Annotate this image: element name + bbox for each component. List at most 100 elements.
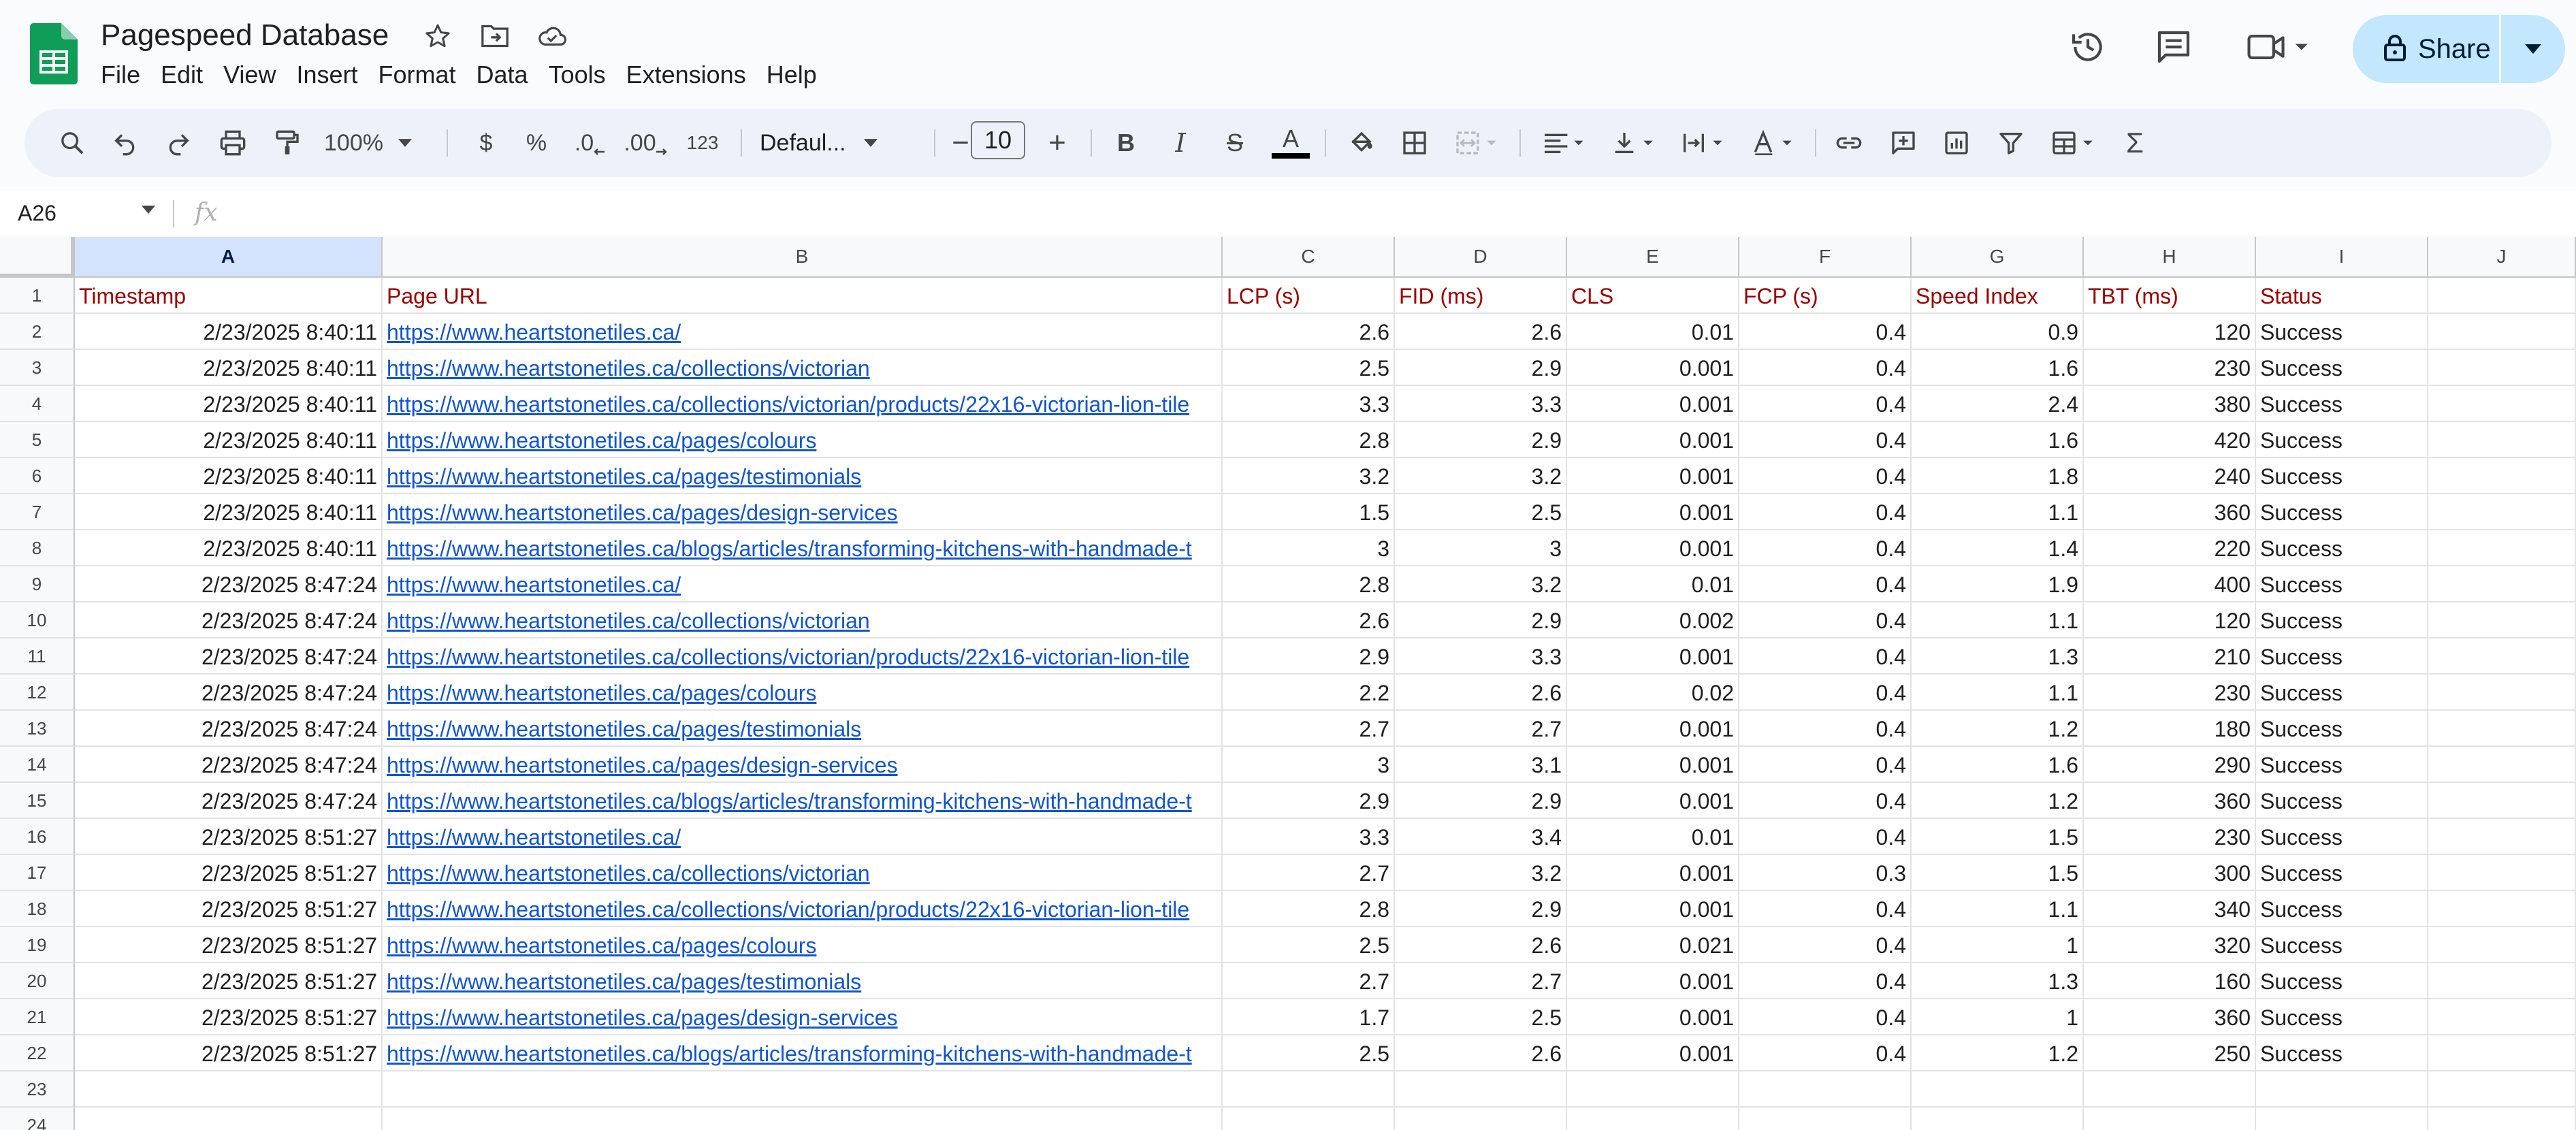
header-cell[interactable]: Speed Index [1912, 278, 2084, 314]
fill-color-icon[interactable] [1341, 109, 1382, 177]
column-header-d[interactable]: D [1395, 237, 1567, 278]
insert-chart-icon[interactable] [1936, 109, 1977, 177]
table-cell[interactable]: 0.4 [1739, 963, 1912, 999]
table-cell[interactable]: 2.8 [1223, 422, 1395, 458]
table-cell[interactable]: 2.9 [1395, 350, 1567, 386]
empty-cell[interactable] [383, 1071, 1223, 1108]
table-cell[interactable]: Success [2256, 855, 2428, 891]
url-link[interactable]: https://www.heartstonetiles.ca/collectio… [383, 891, 1223, 927]
table-cell[interactable]: 300 [2084, 855, 2256, 891]
table-cell[interactable]: 2.5 [1395, 494, 1567, 530]
cloud-saved-icon[interactable] [535, 19, 569, 53]
table-cell[interactable]: 0.01 [1567, 819, 1739, 855]
table-cell[interactable]: 220 [2084, 530, 2256, 566]
format-percent-button[interactable]: % [517, 109, 556, 177]
url-link[interactable]: https://www.heartstonetiles.ca/pages/des… [383, 747, 1223, 783]
table-cell[interactable]: 340 [2084, 891, 2256, 927]
table-cell[interactable]: 1.7 [1223, 999, 1395, 1035]
table-cell[interactable]: 290 [2084, 747, 2256, 783]
table-icon[interactable] [2044, 109, 2105, 177]
table-cell[interactable]: 2.2 [1223, 675, 1395, 711]
name-box-chevron-down-icon[interactable] [142, 206, 155, 214]
table-cell[interactable]: 3.2 [1223, 458, 1395, 494]
table-cell[interactable]: Success [2256, 602, 2428, 639]
row-header-9[interactable]: 9 [0, 566, 75, 602]
url-link[interactable]: https://www.heartstonetiles.ca/collectio… [383, 602, 1223, 639]
merge-cells-icon[interactable] [1447, 109, 1509, 177]
table-cell[interactable]: 1.1 [1912, 675, 2084, 711]
table-cell[interactable]: 2.9 [1395, 783, 1567, 819]
empty-cell[interactable] [1223, 1071, 1395, 1108]
share-button[interactable]: Share [2353, 15, 2565, 83]
row-header-11[interactable]: 11 [0, 639, 75, 675]
table-cell[interactable]: 240 [2084, 458, 2256, 494]
url-link[interactable]: https://www.heartstonetiles.ca/pages/tes… [383, 963, 1223, 999]
row-header-13[interactable]: 13 [0, 711, 75, 747]
comments-icon[interactable] [2151, 25, 2196, 69]
empty-cell[interactable] [2428, 927, 2576, 963]
column-header-e[interactable]: E [1567, 237, 1739, 278]
url-link[interactable]: https://www.heartstonetiles.ca/pages/tes… [383, 458, 1223, 494]
table-cell[interactable]: 360 [2084, 783, 2256, 819]
table-cell[interactable]: 1 [1912, 927, 2084, 963]
header-cell[interactable]: CLS [1567, 278, 1739, 314]
row-header-7[interactable]: 7 [0, 494, 75, 530]
table-cell[interactable]: 2/23/2025 8:51:27 [75, 855, 383, 891]
table-cell[interactable]: 1.5 [1223, 494, 1395, 530]
empty-cell[interactable] [2428, 494, 2576, 530]
table-cell[interactable]: 380 [2084, 386, 2256, 422]
table-cell[interactable]: 0.001 [1567, 494, 1739, 530]
url-link[interactable]: https://www.heartstonetiles.ca/collectio… [383, 639, 1223, 675]
table-cell[interactable]: 0.001 [1567, 855, 1739, 891]
table-cell[interactable]: 0.4 [1739, 350, 1912, 386]
table-cell[interactable]: 2/23/2025 8:51:27 [75, 819, 383, 855]
table-cell[interactable]: Success [2256, 566, 2428, 602]
empty-cell[interactable] [2428, 386, 2576, 422]
table-cell[interactable]: 1.6 [1912, 350, 2084, 386]
table-cell[interactable]: 0.4 [1739, 747, 1912, 783]
table-cell[interactable]: 1.4 [1912, 530, 2084, 566]
url-link[interactable]: https://www.heartstonetiles.ca/pages/des… [383, 999, 1223, 1035]
table-cell[interactable]: 3 [1223, 530, 1395, 566]
table-cell[interactable]: 2/23/2025 8:47:24 [75, 602, 383, 639]
url-link[interactable]: https://www.heartstonetiles.ca/ [383, 314, 1223, 350]
table-cell[interactable]: 2.6 [1395, 314, 1567, 350]
row-header-12[interactable]: 12 [0, 675, 75, 711]
table-cell[interactable]: 3.3 [1223, 386, 1395, 422]
table-cell[interactable]: 0.021 [1567, 927, 1739, 963]
empty-cell[interactable] [2428, 855, 2576, 891]
empty-cell[interactable] [1912, 1108, 2084, 1130]
table-cell[interactable]: 0.001 [1567, 639, 1739, 675]
table-cell[interactable]: 2/23/2025 8:51:27 [75, 963, 383, 999]
increase-decimal-button[interactable]: .00 [622, 109, 669, 177]
move-to-folder-icon[interactable] [478, 19, 512, 53]
search-menus-icon[interactable] [52, 109, 93, 177]
table-cell[interactable]: 3.3 [1223, 819, 1395, 855]
table-cell[interactable]: 1.2 [1912, 711, 2084, 747]
table-cell[interactable]: Success [2256, 891, 2428, 927]
empty-cell[interactable] [2428, 1071, 2576, 1108]
table-cell[interactable]: 0.4 [1739, 891, 1912, 927]
empty-cell[interactable] [1395, 1108, 1567, 1130]
table-cell[interactable]: 2.7 [1223, 711, 1395, 747]
row-header-2[interactable]: 2 [0, 314, 75, 350]
column-header-a[interactable]: A [75, 237, 383, 278]
horizontal-align-icon[interactable] [1534, 109, 1596, 177]
text-rotation-icon[interactable] [1743, 109, 1804, 177]
more-formats-button[interactable]: 123 [678, 109, 727, 177]
table-cell[interactable]: 400 [2084, 566, 2256, 602]
url-link[interactable]: https://www.heartstonetiles.ca/pages/tes… [383, 711, 1223, 747]
table-cell[interactable]: 2.5 [1223, 927, 1395, 963]
table-cell[interactable]: 2/23/2025 8:51:27 [75, 1035, 383, 1071]
table-cell[interactable]: Success [2256, 386, 2428, 422]
empty-cell[interactable] [2428, 963, 2576, 999]
table-cell[interactable]: 1.8 [1912, 458, 2084, 494]
table-cell[interactable]: 120 [2084, 314, 2256, 350]
table-cell[interactable]: Success [2256, 999, 2428, 1035]
url-link[interactable]: https://www.heartstonetiles.ca/blogs/art… [383, 530, 1223, 566]
row-header-3[interactable]: 3 [0, 350, 75, 386]
header-cell[interactable]: FCP (s) [1739, 278, 1912, 314]
table-cell[interactable]: 0.002 [1567, 602, 1739, 639]
empty-cell[interactable] [2428, 530, 2576, 566]
table-cell[interactable]: 2/23/2025 8:40:11 [75, 422, 383, 458]
